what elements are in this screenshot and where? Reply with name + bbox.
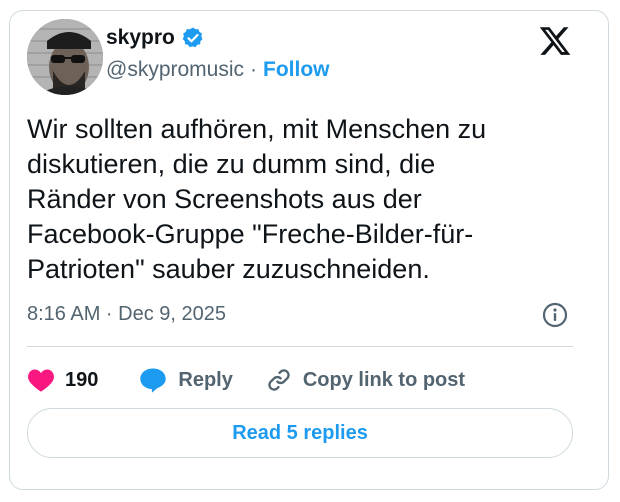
avatar-image bbox=[27, 19, 103, 95]
reply-bubble-icon bbox=[138, 366, 168, 394]
divider bbox=[27, 346, 573, 347]
like-button[interactable]: 190 bbox=[27, 367, 98, 393]
author-display-name[interactable]: skypro bbox=[106, 26, 175, 50]
tweet-actions: 190 Reply Copy link to post bbox=[27, 365, 465, 395]
copy-link-button[interactable]: Copy link to post bbox=[265, 366, 465, 394]
follow-button[interactable]: Follow bbox=[263, 58, 330, 82]
like-count: 190 bbox=[65, 368, 99, 391]
author-handle-row: @skypromusic · Follow bbox=[106, 58, 330, 82]
reply-button[interactable]: Reply bbox=[138, 366, 233, 394]
x-logo-icon[interactable] bbox=[538, 24, 572, 58]
avatar[interactable] bbox=[27, 19, 103, 95]
heart-icon bbox=[27, 367, 55, 393]
author-name-row: skypro bbox=[106, 26, 205, 50]
handle-separator: · bbox=[250, 58, 258, 81]
copy-link-label: Copy link to post bbox=[302, 368, 466, 391]
read-replies-button[interactable]: Read 5 replies bbox=[27, 408, 573, 458]
author-handle[interactable]: @skypromusic bbox=[106, 58, 244, 82]
info-icon[interactable] bbox=[542, 302, 568, 328]
verified-badge-icon bbox=[181, 26, 205, 50]
reply-label: Reply bbox=[178, 368, 233, 391]
tweet-timestamp[interactable]: 8:16 AM · Dec 9, 2025 bbox=[27, 303, 226, 326]
link-icon bbox=[265, 366, 293, 394]
tweet-text: Wir sollten aufhören, mit Menschen zu di… bbox=[27, 114, 487, 284]
